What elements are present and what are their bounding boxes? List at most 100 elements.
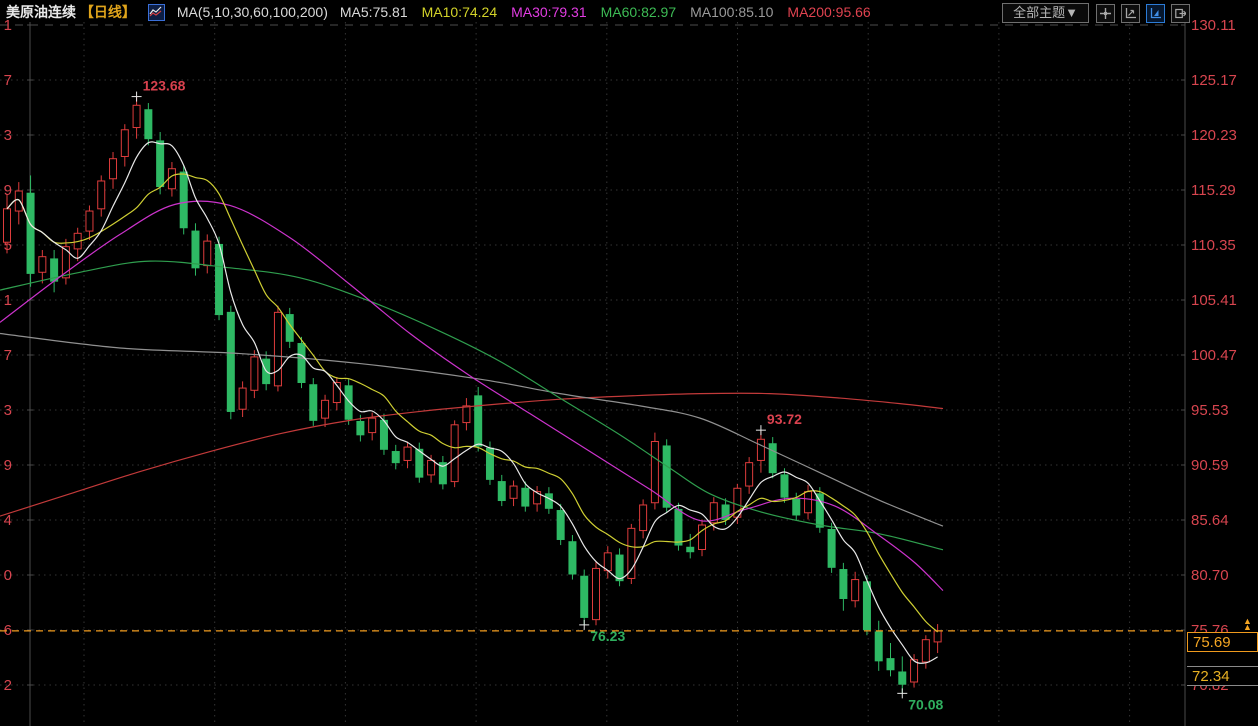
- axis-pointer-icon[interactable]: [1146, 3, 1165, 23]
- candle-body: [827, 528, 836, 568]
- candle-body: [179, 171, 188, 229]
- y-axis-label: 95.53: [1191, 402, 1229, 419]
- candle-body: [474, 395, 483, 447]
- candle-body: [592, 567, 600, 621]
- ma-value-label: MA30:79.31: [511, 4, 587, 20]
- price-annotation: 93.72: [767, 411, 802, 427]
- y-axis-left-digit: 9: [4, 457, 12, 474]
- candle-body: [344, 385, 353, 420]
- price-annotation: 70.08: [908, 696, 943, 712]
- theme-select-button[interactable]: 全部主题▼: [1002, 3, 1089, 23]
- candle-body: [14, 190, 23, 212]
- y-axis-label: 110.35: [1191, 237, 1236, 254]
- candle-body: [674, 508, 683, 546]
- candle-body: [756, 438, 765, 461]
- candle-body: [804, 491, 813, 514]
- line-chart-icon[interactable]: [147, 3, 165, 21]
- new-window-icon[interactable]: [1171, 3, 1190, 23]
- ma-value-label: MA100:85.10: [690, 4, 774, 20]
- candle-body: [615, 554, 624, 582]
- candle-body: [26, 192, 35, 274]
- candle-body: [144, 109, 153, 140]
- candle-body: [97, 180, 106, 210]
- candle-body: [297, 343, 306, 383]
- candle-body: [403, 446, 412, 461]
- y-axis-left-digit: 9: [4, 182, 12, 199]
- candle-body: [745, 462, 754, 487]
- candle-body: [497, 481, 506, 502]
- candle-body: [250, 356, 259, 391]
- candle-body: [544, 493, 553, 509]
- candle-body: [273, 311, 282, 387]
- candle-body: [156, 140, 165, 188]
- y-axis-left-digit: 2: [4, 677, 12, 694]
- y-axis-label: 125.17: [1191, 72, 1237, 89]
- pan-icon[interactable]: [1096, 3, 1115, 23]
- ma-settings-label: MA(5,10,30,60,100,200): [176, 4, 328, 20]
- candle-body: [556, 510, 565, 540]
- y-axis-left-digit: 3: [4, 127, 12, 144]
- candle-body: [109, 158, 118, 180]
- tool-icons: [1096, 3, 1190, 23]
- candle-body: [568, 541, 577, 575]
- y-axis-label: 90.59: [1191, 457, 1229, 474]
- y-axis-left-digit: 3: [4, 402, 12, 419]
- candle-body: [38, 256, 47, 273]
- ma60-line: [0, 260, 944, 551]
- candle-body: [85, 210, 94, 232]
- candle-body: [368, 417, 377, 434]
- ma-value-label: MA60:82.97: [600, 4, 677, 20]
- candle-body: [521, 487, 530, 507]
- y-axis-label: 130.11: [1191, 17, 1236, 34]
- y-axis-left-digit: 7: [4, 347, 12, 364]
- chart-header: 美原油连续 【日线】 MA(5,10,30,60,100,200) MA5:75…: [6, 0, 885, 24]
- candle-body: [815, 493, 824, 528]
- y-axis-label: 85.64: [1191, 512, 1229, 529]
- ma-value-label: MA10:74.24: [421, 4, 498, 20]
- candle-body: [580, 575, 589, 618]
- candle-body: [662, 445, 671, 508]
- y-axis-label: 115.29: [1191, 182, 1236, 199]
- candle-body: [3, 208, 11, 243]
- candlestick-chart[interactable]: 130.111125.177120.233115.299110.355105.4…: [0, 0, 1258, 726]
- candle-body: [933, 630, 942, 643]
- ma-value-label: MA5:75.81: [339, 4, 408, 20]
- candle-body: [309, 384, 318, 421]
- candle-body: [167, 168, 176, 190]
- candle-body: [238, 387, 247, 410]
- candle-body: [356, 420, 365, 436]
- ma-value-label: MA200:95.66: [787, 4, 871, 20]
- axis-range-icon[interactable]: [1121, 3, 1140, 23]
- candle-body: [639, 504, 648, 532]
- y-axis-label: 120.23: [1191, 127, 1237, 144]
- instrument-name: 美原油连续: [6, 4, 76, 20]
- candle-body: [650, 441, 659, 504]
- y-axis-left-digit: 1: [4, 292, 12, 309]
- candle-body: [921, 639, 930, 663]
- candle-body: [132, 104, 141, 129]
- y-axis-label: 105.41: [1191, 292, 1237, 309]
- ma100-line: [0, 332, 944, 527]
- candle-body: [509, 485, 518, 499]
- candle-body: [415, 448, 424, 478]
- y-axis-label: 80.70: [1191, 567, 1229, 584]
- candle-body: [603, 552, 612, 572]
- last-price-label: 75.69: [1187, 632, 1258, 652]
- candle-body: [874, 631, 883, 662]
- candle-body: [191, 230, 200, 269]
- candle-body: [203, 240, 212, 267]
- ma5-line: [6, 141, 938, 664]
- candle-body: [768, 443, 777, 474]
- ma-values: MA5:75.81 MA10:74.24 MA30:79.31 MA60:82.97 M…: [340, 4, 885, 20]
- candle-body: [427, 459, 436, 476]
- chart-toolbar: 全部主题▼: [1002, 3, 1190, 23]
- candle-body: [851, 579, 860, 602]
- candle-body: [450, 424, 459, 483]
- candle-body: [792, 498, 801, 516]
- candle-body: [910, 659, 919, 683]
- price-annotation: 76.23: [590, 628, 625, 644]
- scroll-to-latest-icon[interactable]: ▲ ▲: [1243, 617, 1252, 632]
- candle-body: [886, 658, 895, 671]
- ma10-line: [6, 173, 939, 633]
- y-axis-label: 100.47: [1191, 347, 1237, 364]
